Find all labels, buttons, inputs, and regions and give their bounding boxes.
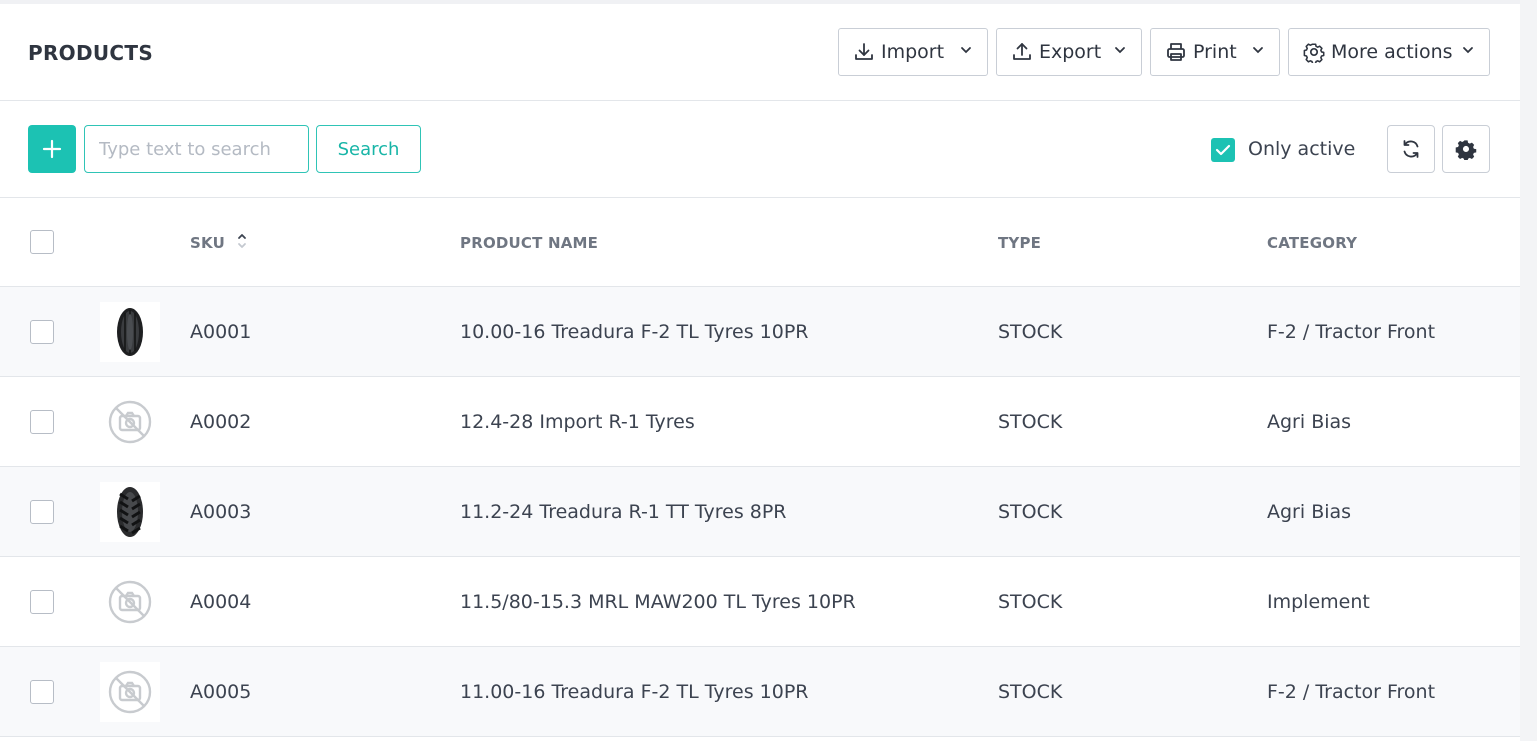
chevron-down-icon	[1251, 43, 1265, 57]
category-cell: F-2 / Tractor Front	[1267, 321, 1436, 343]
print-button[interactable]: Print	[1150, 28, 1280, 76]
tyre-lug-icon	[117, 487, 143, 537]
table-row[interactable]: A0003 11.2-24 Treadura R-1 TT Tyres 8PR …	[0, 467, 1520, 557]
product-name-cell[interactable]: 12.4-28 Import R-1 Tyres	[460, 411, 695, 433]
product-thumbnail[interactable]	[100, 482, 160, 542]
sku-cell: A0005	[190, 681, 252, 703]
more-actions-button[interactable]: More actions	[1288, 28, 1490, 76]
category-cell: Agri Bias	[1267, 411, 1352, 433]
settings-button[interactable]	[1442, 125, 1490, 173]
plus-icon	[42, 139, 62, 159]
page-edge	[1520, 0, 1537, 741]
sku-cell: A0001	[190, 321, 252, 343]
column-header-sku[interactable]: SKU	[190, 234, 225, 252]
table-row[interactable]: A0001 10.00-16 Treadura F-2 TL Tyres 10P…	[0, 287, 1520, 377]
table-row[interactable]: A0005 11.00-16 Treadura F-2 TL Tyres 10P…	[0, 647, 1520, 737]
gear-icon	[1455, 140, 1477, 160]
import-label: Import	[881, 41, 945, 63]
row-checkbox[interactable]	[30, 320, 54, 344]
row-checkbox[interactable]	[30, 590, 54, 614]
add-product-button[interactable]	[28, 125, 76, 173]
page-title: PRODUCTS	[28, 41, 154, 65]
sku-cell: A0003	[190, 501, 252, 523]
only-active-label: Only active	[1248, 138, 1356, 160]
download-icon	[853, 41, 875, 63]
sku-cell: A0004	[190, 591, 252, 613]
import-button[interactable]: Import	[838, 28, 988, 76]
sort-icon[interactable]	[237, 232, 247, 250]
gear-icon	[1303, 41, 1325, 63]
export-button[interactable]: Export	[996, 28, 1142, 76]
products-panel: PRODUCTS Import Export Print More action…	[0, 4, 1520, 741]
chevron-down-icon	[959, 43, 973, 57]
chevron-down-icon	[1113, 43, 1127, 57]
type-cell: STOCK	[998, 591, 1063, 613]
category-cell: F-2 / Tractor Front	[1267, 681, 1436, 703]
category-cell: Implement	[1267, 591, 1370, 613]
search-button[interactable]: Search	[316, 125, 421, 173]
product-thumbnail[interactable]	[100, 662, 160, 722]
no-image-icon	[108, 670, 152, 714]
upload-icon	[1011, 41, 1033, 63]
column-header-category[interactable]: CATEGORY	[1267, 234, 1357, 252]
product-thumbnail[interactable]	[100, 392, 160, 452]
row-checkbox[interactable]	[30, 410, 54, 434]
checkmark-icon	[1215, 144, 1231, 156]
only-active-checkbox[interactable]	[1211, 138, 1235, 162]
row-checkbox[interactable]	[30, 500, 54, 524]
tyre-front-icon	[117, 308, 143, 356]
type-cell: STOCK	[998, 411, 1063, 433]
row-checkbox[interactable]	[30, 680, 54, 704]
product-name-cell[interactable]: 11.00-16 Treadura F-2 TL Tyres 10PR	[460, 681, 809, 703]
export-label: Export	[1039, 41, 1102, 63]
refresh-button[interactable]	[1387, 125, 1435, 173]
page-header: PRODUCTS Import Export Print More action…	[0, 4, 1520, 101]
type-cell: STOCK	[998, 681, 1063, 703]
print-label: Print	[1193, 41, 1237, 63]
table-row[interactable]: A0002 12.4-28 Import R-1 Tyres STOCK Agr…	[0, 377, 1520, 467]
chevron-down-icon	[1461, 43, 1475, 57]
type-cell: STOCK	[998, 321, 1063, 343]
type-cell: STOCK	[998, 501, 1063, 523]
printer-icon	[1165, 41, 1187, 63]
product-thumbnail[interactable]	[100, 302, 160, 362]
column-header-type[interactable]: TYPE	[998, 234, 1041, 252]
category-cell: Agri Bias	[1267, 501, 1352, 523]
sku-cell: A0002	[190, 411, 252, 433]
table-header: SKU PRODUCT NAME TYPE CATEGORY	[0, 198, 1520, 287]
more-actions-label: More actions	[1331, 41, 1453, 63]
no-image-icon	[108, 580, 152, 624]
no-image-icon	[108, 400, 152, 444]
product-name-cell[interactable]: 11.2-24 Treadura R-1 TT Tyres 8PR	[460, 501, 787, 523]
table-row[interactable]: A0004 11.5/80-15.3 MRL MAW200 TL Tyres 1…	[0, 557, 1520, 647]
select-all-checkbox[interactable]	[30, 230, 54, 254]
product-name-cell[interactable]: 10.00-16 Treadura F-2 TL Tyres 10PR	[460, 321, 809, 343]
product-name-cell[interactable]: 11.5/80-15.3 MRL MAW200 TL Tyres 10PR	[460, 591, 856, 613]
refresh-icon	[1403, 140, 1419, 158]
column-header-product-name[interactable]: PRODUCT NAME	[460, 234, 598, 252]
product-thumbnail[interactable]	[100, 572, 160, 632]
toolbar: Search Only active	[0, 101, 1520, 198]
search-input[interactable]	[84, 125, 309, 173]
